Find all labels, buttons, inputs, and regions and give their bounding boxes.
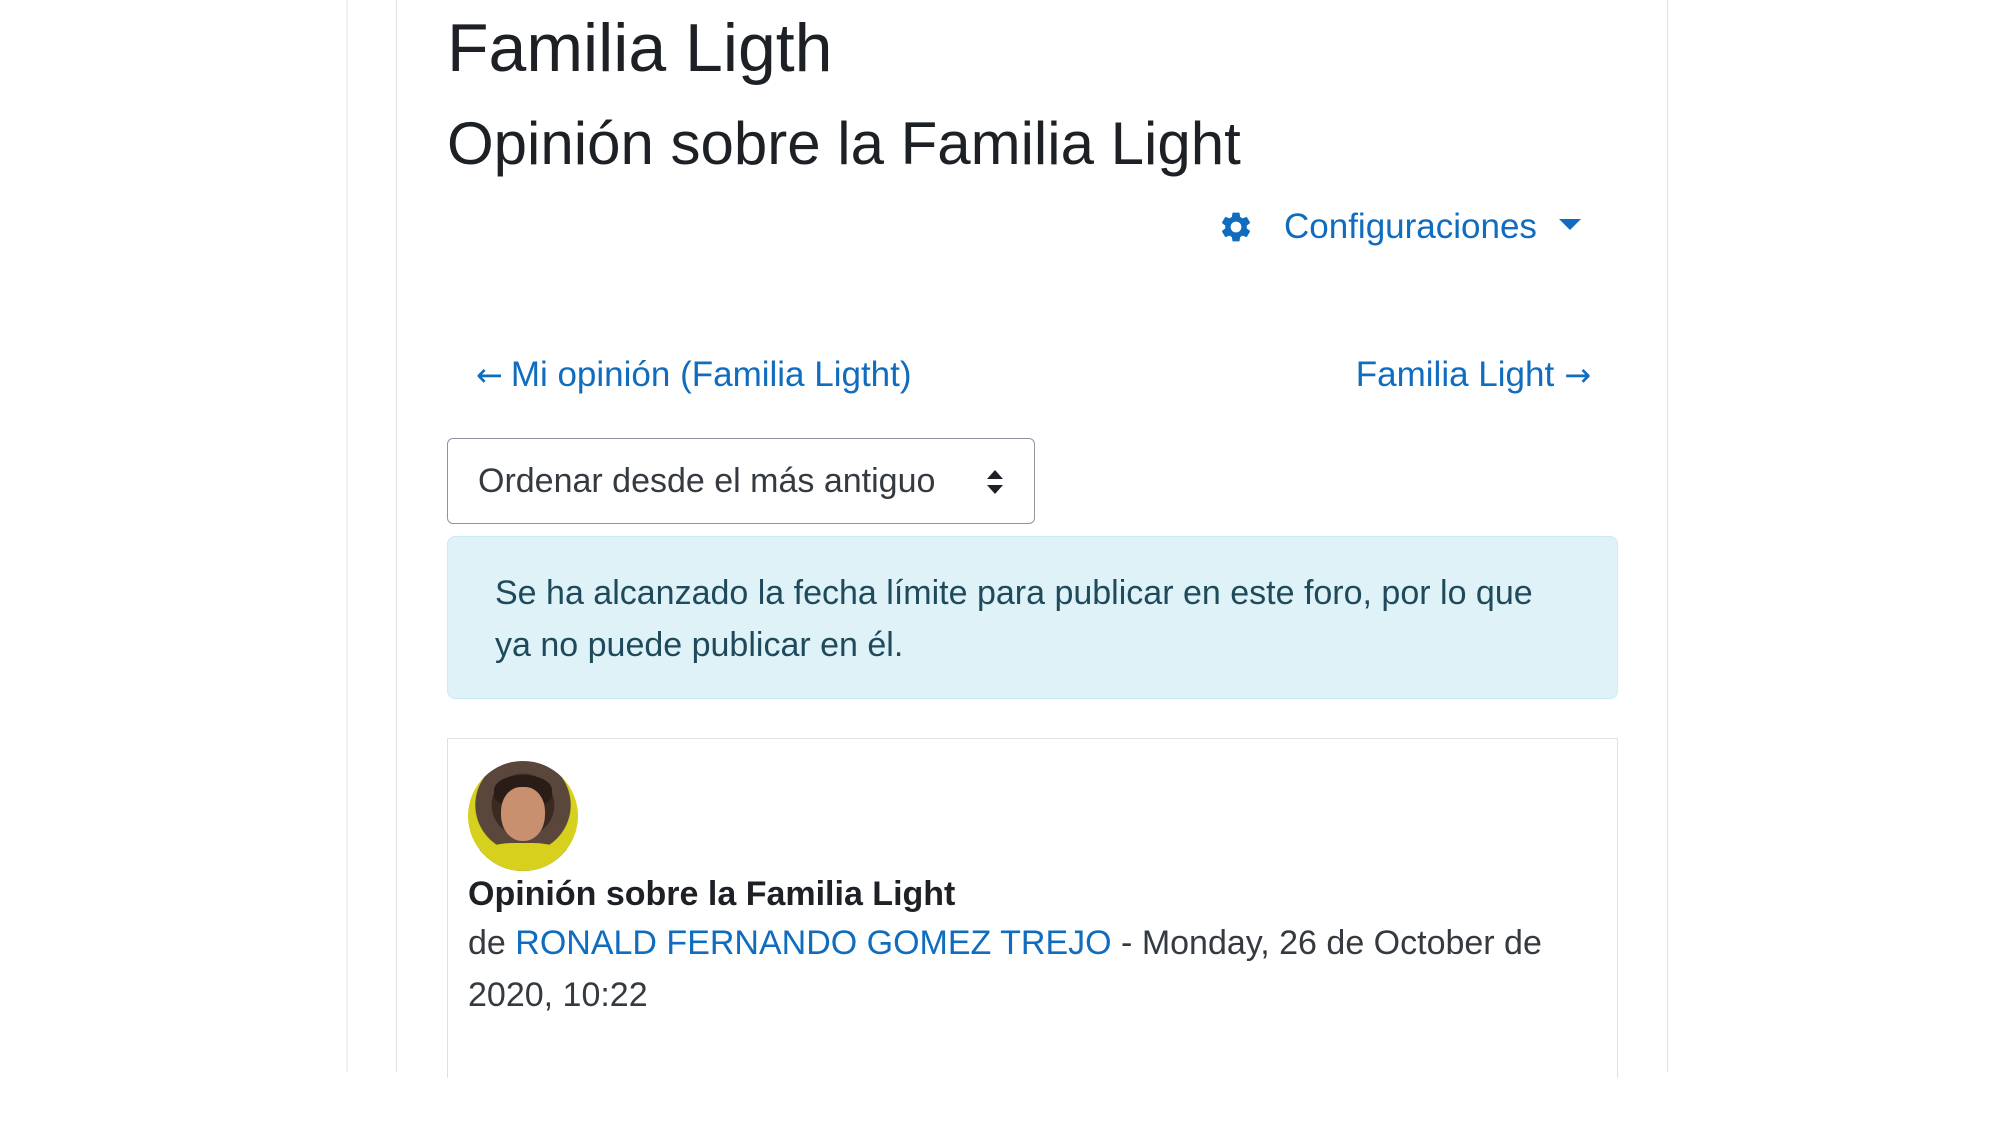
deadline-alert: Se ha alcanzado la fecha límite para pub… (447, 536, 1618, 699)
page-title: Familia Ligth (447, 10, 833, 86)
post-author-link[interactable]: RONALD FERNANDO GOMEZ TREJO (515, 924, 1111, 962)
previous-discussion-label: Mi opinión (Familia Ligtht) (510, 355, 912, 394)
post-byline: de RONALD FERNANDO GOMEZ TREJO - Monday,… (468, 917, 1598, 1021)
page-left-border (346, 0, 348, 1072)
deadline-alert-text: Se ha alcanzado la fecha límite para pub… (495, 574, 1533, 664)
post-subject: Opinión sobre la Familia Light (468, 875, 956, 913)
settings-menu-label: Configuraciones (1284, 207, 1537, 246)
arrow-right-icon: → (1564, 356, 1591, 394)
next-discussion-label: Familia Light (1355, 355, 1555, 394)
previous-discussion-link[interactable]: ← Mi opinión (Familia Ligtht) (476, 350, 912, 400)
sort-order-value: Ordenar desde el más antiguo (478, 461, 936, 500)
gear-icon (1218, 209, 1254, 245)
forum-post: Opinión sobre la Familia Light de RONALD… (447, 738, 1618, 1078)
chevron-down-icon (1558, 218, 1581, 230)
post-by-prefix: de (468, 924, 506, 962)
sort-order-select[interactable]: Ordenar desde el más antiguo (447, 438, 1035, 524)
select-updown-icon (986, 469, 1004, 495)
forum-title: Opinión sobre la Familia Light (447, 110, 1241, 177)
arrow-left-icon: ← (476, 356, 503, 394)
next-discussion-link[interactable]: Familia Light → (1356, 350, 1591, 400)
settings-menu-button[interactable]: Configuraciones (1218, 200, 1581, 254)
avatar[interactable] (468, 761, 578, 871)
